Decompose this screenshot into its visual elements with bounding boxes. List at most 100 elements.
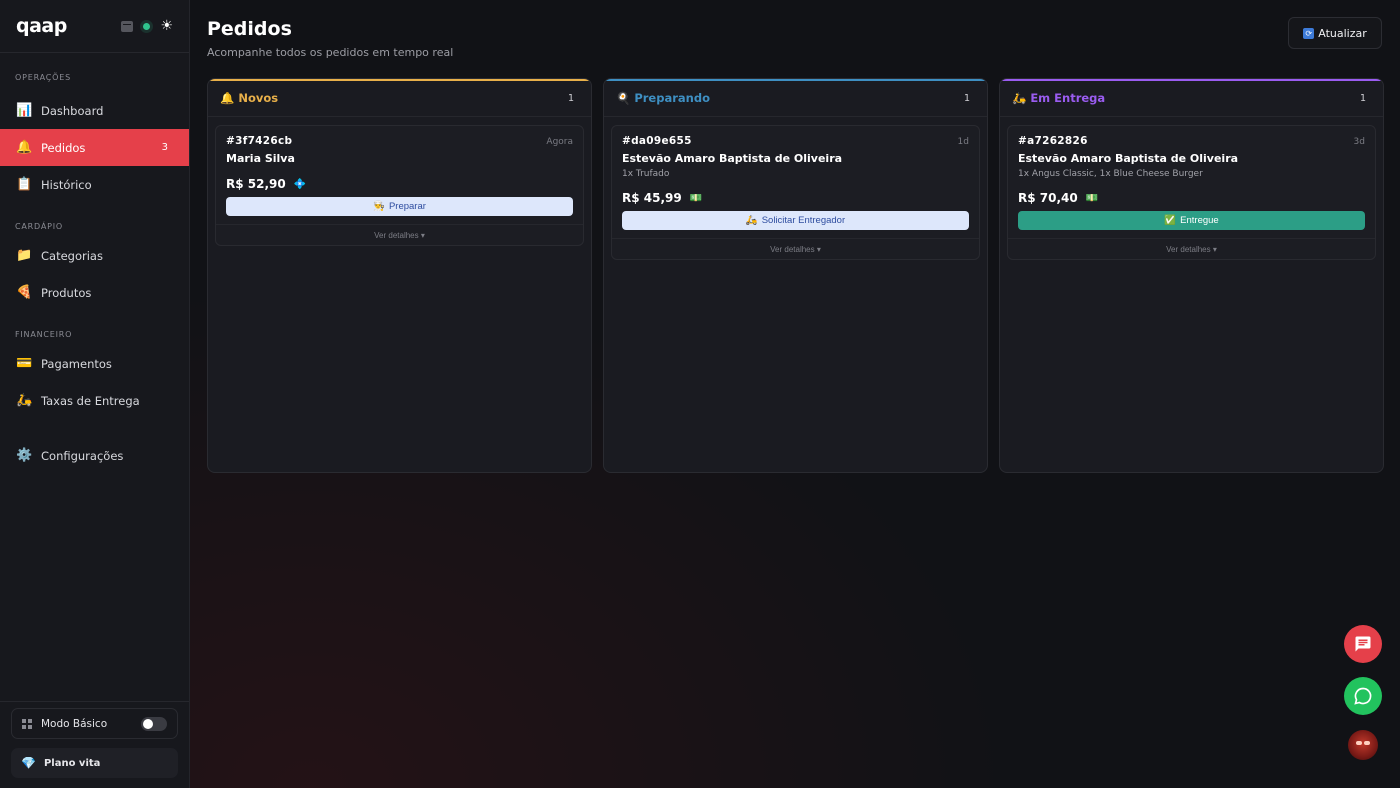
column-novos: 🔔 Novos 1 #3f7426cb Agora Maria Silva R$… bbox=[207, 78, 592, 473]
payment-method-icon: 💵 bbox=[1085, 192, 1099, 204]
column-emoji-icon: 🔔 bbox=[220, 90, 235, 105]
action-label: Solicitar Entregador bbox=[761, 215, 846, 226]
column-count: 1 bbox=[963, 93, 970, 104]
order-time: 3d bbox=[1353, 137, 1365, 147]
sidebar-item-label: Dashboard bbox=[41, 103, 104, 118]
assistant-bot-button[interactable] bbox=[1344, 726, 1382, 764]
column-emoji-icon: 🛵 bbox=[1012, 90, 1027, 105]
sidebar-item-configuracoes[interactable]: ⚙️ Configurações bbox=[0, 437, 189, 474]
column-emoji-icon: 🍳 bbox=[616, 90, 631, 105]
column-header: 🛵 Em Entrega bbox=[1000, 79, 1383, 117]
sidebar-item-dashboard[interactable]: 📊 Dashboard bbox=[0, 92, 189, 129]
online-status-icon bbox=[143, 22, 151, 30]
plan-badge[interactable]: 💎 Plano vita bbox=[11, 748, 178, 778]
action-emoji-icon: 🛵 bbox=[745, 215, 758, 226]
order-time: 1d bbox=[957, 137, 969, 147]
order-action-button[interactable]: 👨‍🍳 Preparar bbox=[226, 197, 573, 216]
basic-mode-toggle-row[interactable]: Modo Básico bbox=[11, 708, 178, 739]
action-label: Entregue bbox=[1180, 215, 1219, 226]
order-price: R$ 52,90 bbox=[226, 177, 286, 191]
sidebar: qaap ☀ OPERAÇÕES 📊 Dashboard 🔔 Pedidos 3… bbox=[0, 0, 190, 788]
order-id: #a7262826 bbox=[1018, 135, 1088, 147]
action-label: Preparar bbox=[388, 201, 426, 212]
sidebar-header: qaap ☀ bbox=[0, 0, 189, 53]
column-count: 1 bbox=[567, 93, 574, 104]
sidebar-item-label: Taxas de Entrega bbox=[41, 393, 140, 408]
order-total: R$ 52,90 💠 bbox=[226, 177, 573, 191]
column-accent-bar bbox=[208, 79, 591, 81]
chart-icon: 📊 bbox=[16, 103, 33, 118]
action-emoji-icon: ✅ bbox=[1164, 215, 1177, 226]
page-title: Pedidos bbox=[207, 18, 292, 40]
column-accent-bar bbox=[1000, 79, 1383, 81]
whatsapp-icon bbox=[1354, 687, 1372, 705]
basic-mode-label: Modo Básico bbox=[41, 717, 108, 730]
column-accent-bar bbox=[604, 79, 987, 81]
folder-icon: 📁 bbox=[16, 248, 33, 263]
chat-button[interactable] bbox=[1344, 625, 1382, 663]
order-price: R$ 45,99 bbox=[622, 191, 682, 205]
sidebar-item-taxas-de-entrega[interactable]: 🛵 Taxas de Entrega bbox=[0, 382, 189, 419]
sidebar-footer: Modo Básico 💎 Plano vita bbox=[0, 701, 189, 788]
pizza-icon: 🍕 bbox=[16, 285, 33, 300]
sidebar-item-label: Categorias bbox=[41, 248, 103, 263]
bell-icon: 🔔 bbox=[16, 140, 33, 155]
sidebar-item-produtos[interactable]: 🍕 Produtos bbox=[0, 274, 189, 311]
customer-name: Estevão Amaro Baptista de Oliveira bbox=[622, 152, 843, 165]
order-time: Agora bbox=[546, 137, 573, 147]
sidebar-item-label: Configurações bbox=[41, 448, 124, 463]
order-price: R$ 70,40 bbox=[1018, 191, 1078, 205]
card-icon: 💳 bbox=[16, 356, 33, 371]
page-subtitle: Acompanhe todos os pedidos em tempo real bbox=[207, 46, 454, 59]
column-header: 🍳 Preparando bbox=[604, 79, 987, 117]
order-card[interactable]: #da09e655 1d Estevão Amaro Baptista de O… bbox=[611, 125, 980, 260]
scooter-icon: 🛵 bbox=[16, 393, 33, 408]
order-total: R$ 70,40 💵 bbox=[1018, 191, 1365, 205]
section-financeiro: FINANCEIRO bbox=[15, 329, 73, 339]
view-details-link[interactable]: Ver detalhes ▾ bbox=[612, 238, 979, 259]
whatsapp-button[interactable] bbox=[1344, 677, 1382, 715]
basic-mode-toggle[interactable] bbox=[141, 716, 167, 731]
view-details-link[interactable]: Ver detalhes ▾ bbox=[216, 224, 583, 245]
pedidos-count-badge: 3 bbox=[161, 142, 168, 153]
refresh-button[interactable]: ⟳ Atualizar bbox=[1288, 17, 1382, 49]
sidebar-item-label: Pedidos bbox=[41, 140, 86, 155]
column-preparando: 🍳 Preparando 1 #da09e655 1d Estevão Amar… bbox=[603, 78, 988, 473]
order-id: #da09e655 bbox=[622, 135, 692, 147]
column-title: Novos bbox=[238, 90, 279, 105]
action-emoji-icon: 👨‍🍳 bbox=[373, 201, 385, 212]
message-icon bbox=[1355, 636, 1371, 652]
sidebar-item-pagamentos[interactable]: 💳 Pagamentos bbox=[0, 345, 189, 382]
order-action-button[interactable]: 🛵 Solicitar Entregador bbox=[622, 211, 969, 230]
sidebar-item-pedidos[interactable]: 🔔 Pedidos 3 bbox=[0, 129, 189, 166]
theme-sun-icon[interactable]: ☀ bbox=[160, 19, 173, 33]
section-cardapio: CARDÁPIO bbox=[15, 221, 63, 231]
column-header: 🔔 Novos bbox=[208, 79, 591, 117]
logo[interactable]: qaap bbox=[16, 15, 67, 37]
diamond-icon: 💎 bbox=[21, 756, 36, 770]
order-card[interactable]: #a7262826 3d Estevão Amaro Baptista de O… bbox=[1007, 125, 1376, 260]
sidebar-item-label: Produtos bbox=[41, 285, 92, 300]
order-action-button[interactable]: ✅ Entregue bbox=[1018, 211, 1365, 230]
payment-method-icon: 💠 bbox=[293, 178, 307, 190]
logo-text: qaap bbox=[16, 15, 67, 37]
view-details-link[interactable]: Ver detalhes ▾ bbox=[1008, 238, 1375, 259]
sidebar-item-categorias[interactable]: 📁 Categorias bbox=[0, 237, 189, 274]
sidebar-item-label: Pagamentos bbox=[41, 356, 112, 371]
order-items: 1x Trufado bbox=[622, 169, 670, 179]
customer-name: Maria Silva bbox=[226, 152, 295, 165]
clipboard-icon: 📋 bbox=[16, 177, 33, 192]
main-content: Pedidos Acompanhe todos os pedidos em te… bbox=[190, 0, 1400, 788]
sidebar-item-historico[interactable]: 📋 Histórico bbox=[0, 166, 189, 203]
store-icon[interactable] bbox=[121, 20, 134, 32]
section-operacoes: OPERAÇÕES bbox=[15, 72, 71, 82]
bot-avatar-icon bbox=[1348, 730, 1378, 760]
order-card[interactable]: #3f7426cb Agora Maria Silva R$ 52,90 💠 👨… bbox=[215, 125, 584, 246]
payment-method-icon: 💵 bbox=[689, 192, 703, 204]
column-count: 1 bbox=[1359, 93, 1366, 104]
order-items: 1x Angus Classic, 1x Blue Cheese Burger bbox=[1018, 169, 1203, 179]
refresh-icon: ⟳ bbox=[1303, 27, 1315, 39]
column-title: Em Entrega bbox=[1030, 90, 1106, 105]
gear-icon: ⚙️ bbox=[16, 448, 33, 463]
plan-label: Plano vita bbox=[43, 757, 101, 769]
